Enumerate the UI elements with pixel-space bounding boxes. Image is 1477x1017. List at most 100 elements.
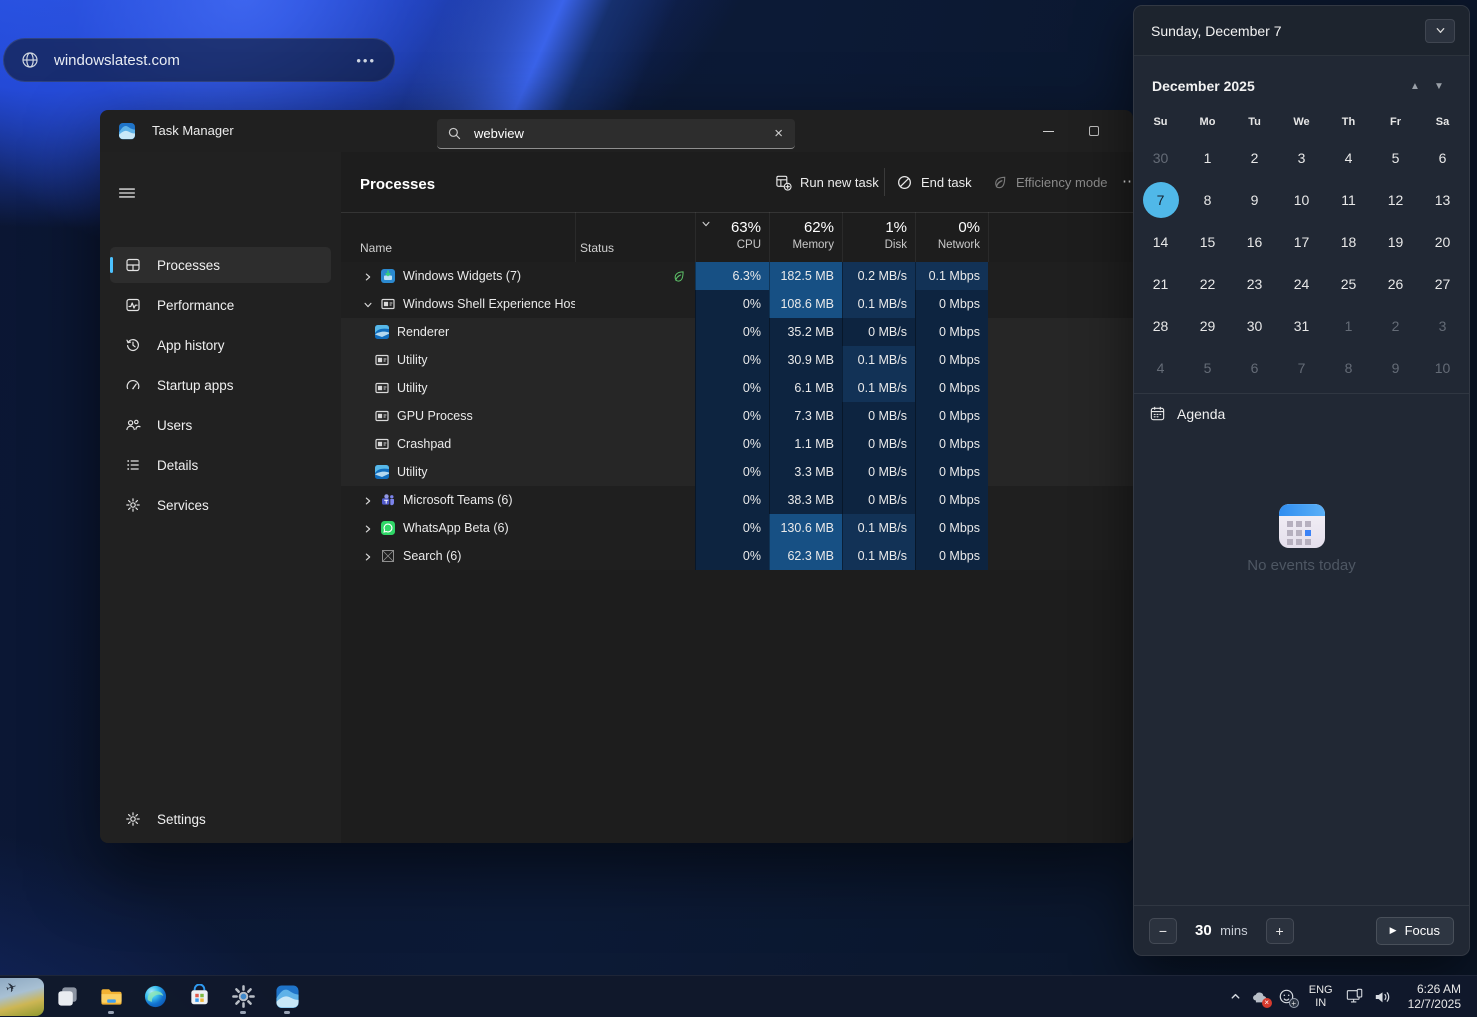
onedrive-icon[interactable]: ×	[1251, 988, 1269, 1006]
calendar-day[interactable]: 29	[1184, 305, 1231, 347]
calendar-day[interactable]: 9	[1372, 347, 1419, 389]
calendar-day[interactable]: 30	[1137, 137, 1184, 179]
table-row[interactable]: GPU Process0%7.3 MB0 MB/s0 Mbps	[341, 402, 1133, 430]
table-row[interactable]: Windows Widgets (7)6.3%182.5 MB0.2 MB/s0…	[341, 262, 1133, 290]
calendar-day[interactable]: 30	[1231, 305, 1278, 347]
increase-duration-button[interactable]: +	[1266, 918, 1294, 944]
chevron-right-icon[interactable]	[363, 523, 373, 533]
column-header-status[interactable]: Status	[580, 241, 614, 255]
calendar-day[interactable]: 17	[1278, 221, 1325, 263]
calendar-day[interactable]: 10	[1419, 347, 1466, 389]
sidebar-item-app-history[interactable]: App history	[110, 327, 331, 363]
ellipsis-icon[interactable]: •••	[356, 53, 376, 68]
calendar-day[interactable]: 1	[1325, 305, 1372, 347]
chevron-down-icon[interactable]	[363, 299, 373, 309]
calendar-prev-month-button[interactable]: ▲	[1403, 81, 1427, 92]
sidebar-item-startup-apps[interactable]: Startup apps	[110, 367, 331, 403]
table-row[interactable]: Search (6)0%62.3 MB0.1 MB/s0 Mbps	[341, 542, 1133, 570]
volume-icon[interactable]	[1373, 988, 1391, 1006]
calendar-day[interactable]: 2	[1372, 305, 1419, 347]
end-task-button[interactable]: End task	[886, 166, 982, 198]
calendar-day[interactable]: 13	[1419, 179, 1466, 221]
calendar-day-selected[interactable]: 7	[1137, 179, 1184, 221]
taskbar-app-task-manager[interactable]	[273, 979, 301, 1015]
cast-icon[interactable]	[1346, 988, 1364, 1006]
search-input[interactable]	[472, 125, 772, 142]
calendar-day[interactable]: 12	[1372, 179, 1419, 221]
calendar-day[interactable]: 11	[1325, 179, 1372, 221]
calendar-day[interactable]: 9	[1231, 179, 1278, 221]
calendar-day[interactable]: 19	[1372, 221, 1419, 263]
efficiency-mode-button[interactable]: Efficiency mode	[981, 166, 1118, 198]
calendar-day[interactable]: 16	[1231, 221, 1278, 263]
titlebar[interactable]: Task Manager ×	[100, 110, 1133, 152]
sidebar-item-services[interactable]: Services	[110, 487, 331, 523]
navigation-menu-button[interactable]	[110, 176, 144, 208]
run-new-task-button[interactable]: Run new task	[765, 166, 889, 198]
calendar-day[interactable]: 26	[1372, 263, 1419, 305]
table-row[interactable]: Utility0%3.3 MB0 MB/s0 Mbps	[341, 458, 1133, 486]
column-header-name[interactable]: Name	[360, 241, 392, 255]
more-options-icon[interactable]: ⋯	[1122, 172, 1133, 190]
language-indicator[interactable]: ENG IN	[1305, 984, 1337, 1010]
table-row[interactable]: Renderer0%35.2 MB0 MB/s0 Mbps	[341, 318, 1133, 346]
calendar-day[interactable]: 15	[1184, 221, 1231, 263]
column-header-memory[interactable]: 62% Memory	[769, 213, 842, 262]
calendar-day[interactable]: 23	[1231, 263, 1278, 305]
calendar-day[interactable]: 8	[1184, 179, 1231, 221]
taskbar-app-settings[interactable]	[229, 979, 257, 1015]
calendar-day[interactable]: 28	[1137, 305, 1184, 347]
calendar-day[interactable]: 6	[1419, 137, 1466, 179]
sidebar-item-users[interactable]: Users	[110, 407, 331, 443]
sidebar-item-performance[interactable]: Performance	[110, 287, 331, 323]
calendar-day[interactable]: 31	[1278, 305, 1325, 347]
calendar-day[interactable]: 5	[1372, 137, 1419, 179]
calendar-day[interactable]: 8	[1325, 347, 1372, 389]
browser-address-pill[interactable]: windowslatest.com •••	[3, 38, 395, 82]
chevron-right-icon[interactable]	[363, 271, 373, 281]
calendar-day[interactable]: 24	[1278, 263, 1325, 305]
calendar-day[interactable]: 2	[1231, 137, 1278, 179]
calendar-next-month-button[interactable]: ▼	[1427, 81, 1451, 92]
decrease-duration-button[interactable]: −	[1149, 918, 1177, 944]
search-box[interactable]: ×	[437, 119, 795, 149]
taskbar-app-edge[interactable]	[141, 979, 169, 1015]
sidebar-item-details[interactable]: Details	[110, 447, 331, 483]
table-row[interactable]: WhatsApp Beta (6)0%130.6 MB0.1 MB/s0 Mbp…	[341, 514, 1133, 542]
focus-button[interactable]: ▶ Focus	[1376, 917, 1454, 945]
calendar-collapse-button[interactable]	[1425, 19, 1455, 43]
calendar-day[interactable]: 1	[1184, 137, 1231, 179]
minimize-button[interactable]	[1025, 111, 1071, 151]
clear-search-icon[interactable]: ×	[772, 125, 785, 142]
table-row[interactable]: Crashpad0%1.1 MB0 MB/s0 Mbps	[341, 430, 1133, 458]
sidebar-item-settings[interactable]: Settings	[110, 801, 331, 837]
widgets-button[interactable]: ✈	[0, 978, 44, 1016]
calendar-day[interactable]: 21	[1137, 263, 1184, 305]
calendar-day[interactable]: 3	[1419, 305, 1466, 347]
calendar-day[interactable]: 18	[1325, 221, 1372, 263]
taskbar-app-task-view[interactable]	[53, 979, 81, 1015]
table-row[interactable]: Microsoft Teams (6)0%38.3 MB0 MB/s0 Mbps	[341, 486, 1133, 514]
sidebar-item-processes[interactable]: Processes	[110, 247, 331, 283]
taskbar-clock[interactable]: 6:26 AM 12/7/2025	[1400, 978, 1469, 1016]
hidden-icons-chevron-icon[interactable]	[1229, 990, 1242, 1003]
calendar-day[interactable]: 22	[1184, 263, 1231, 305]
calendar-day[interactable]: 20	[1419, 221, 1466, 263]
maximize-button[interactable]	[1071, 111, 1117, 151]
table-row[interactable]: Utility0%6.1 MB0.1 MB/s0 Mbps	[341, 374, 1133, 402]
taskbar-app-file-explorer[interactable]	[97, 979, 125, 1015]
calendar-day[interactable]: 6	[1231, 347, 1278, 389]
calendar-day[interactable]: 4	[1137, 347, 1184, 389]
chevron-right-icon[interactable]	[363, 551, 373, 561]
column-header-disk[interactable]: 1% Disk	[842, 213, 915, 262]
calendar-day[interactable]: 14	[1137, 221, 1184, 263]
calendar-day[interactable]: 4	[1325, 137, 1372, 179]
calendar-day[interactable]: 7	[1278, 347, 1325, 389]
table-row[interactable]: Utility0%30.9 MB0.1 MB/s0 Mbps	[341, 346, 1133, 374]
column-header-network[interactable]: 0% Network	[915, 213, 988, 262]
calendar-day[interactable]: 27	[1419, 263, 1466, 305]
people-icon[interactable]: +	[1278, 988, 1296, 1006]
calendar-day[interactable]: 3	[1278, 137, 1325, 179]
calendar-day[interactable]: 25	[1325, 263, 1372, 305]
table-row[interactable]: Windows Shell Experience Hos...0%108.6 M…	[341, 290, 1133, 318]
